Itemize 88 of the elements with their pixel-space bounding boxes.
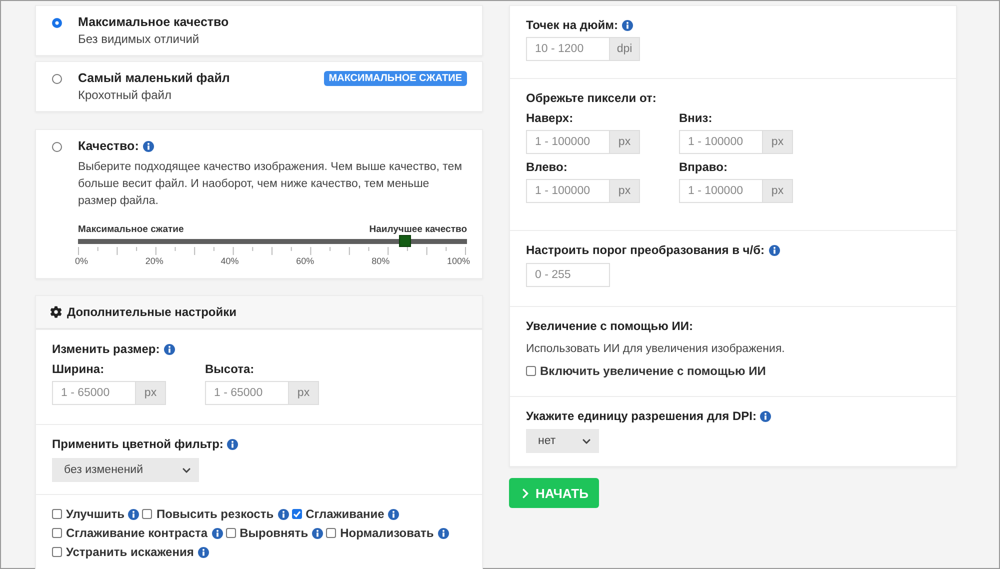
field-label: Применить цветной фильтр: <box>52 437 224 451</box>
info-icon[interactable] <box>128 508 140 520</box>
scale-label: 40% <box>220 256 239 266</box>
info-icon[interactable] <box>198 546 209 558</box>
number-field[interactable]: 1 - 100000 <box>679 179 763 203</box>
compression-badge: МАКСИМАЛЬНОЕ СЖАТИЕ <box>324 71 467 86</box>
scale-label: 20% <box>145 256 164 266</box>
filter-select[interactable]: без изменений <box>52 458 199 482</box>
radio-button[interactable] <box>52 142 62 152</box>
info-icon[interactable] <box>164 344 175 354</box>
unit-label: px <box>289 381 319 405</box>
field-label: Настроить порог преобразования в ч/б: <box>526 243 764 257</box>
option-subtitle: Без видимых отличий <box>78 32 200 46</box>
scale-label: 80% <box>372 256 390 266</box>
field-label: Вправо: <box>679 160 728 174</box>
field-label: Вниз: <box>679 111 714 125</box>
chevron-right-icon <box>520 488 531 498</box>
slider-max-label: Наилучшее качество <box>369 224 467 235</box>
info-icon[interactable] <box>768 244 780 256</box>
number-field[interactable]: 0 - 255 <box>526 263 610 287</box>
info-icon[interactable] <box>312 528 324 538</box>
checkbox[interactable] <box>526 366 536 376</box>
number-field[interactable]: 1 - 100000 <box>679 130 763 154</box>
scale-label: 60% <box>296 256 314 266</box>
option-card[interactable] <box>35 129 483 279</box>
settings-title: Дополнительные настройки <box>67 305 236 319</box>
unit-select[interactable]: нет <box>526 429 599 453</box>
checkbox[interactable] <box>292 509 302 519</box>
unit-label: px <box>610 130 640 154</box>
checkbox[interactable] <box>226 528 236 538</box>
checkbox-label: Нормализовать <box>340 526 434 540</box>
field-label: Высота: <box>205 362 256 376</box>
checkbox[interactable] <box>326 528 336 538</box>
option-title: Самый маленький файл <box>78 71 230 85</box>
option-title: Качество: <box>78 139 139 153</box>
checkbox-label: Выровнять <box>240 526 308 540</box>
chevron-down-icon <box>182 466 191 474</box>
info-icon[interactable] <box>622 20 633 30</box>
option-description: Выберите подходящее качество изображения. Чем выше качество, тем больше весит файл. И наоборот, чем ниже качество, тем меньше размер файла. <box>78 160 464 209</box>
field-label: Влево: <box>526 160 568 174</box>
slider-min-label: Максимальное сжатие <box>78 224 184 235</box>
number-field[interactable]: 1 - 65000 <box>205 381 289 405</box>
info-icon[interactable] <box>142 140 154 152</box>
chevron-down-icon <box>582 436 591 446</box>
checkbox-label: Устранить искажения <box>66 545 194 559</box>
gear-icon <box>50 306 62 318</box>
unit-label: px <box>610 179 640 203</box>
info-icon[interactable] <box>278 508 289 520</box>
field-label: Наверх: <box>526 111 574 125</box>
checkbox-label: Сглаживание контраста <box>66 526 208 540</box>
option-card[interactable]: Самый маленький файл Крохотный файл МАКСИМАЛЬНОЕ СЖАТИЕ <box>35 61 483 112</box>
number-field[interactable]: 1 - 65000 <box>52 381 136 405</box>
unit-label: px <box>763 179 793 203</box>
check-icon <box>292 510 301 518</box>
checkbox-label: Сглаживание <box>306 507 384 521</box>
radio-button[interactable] <box>52 74 62 84</box>
slider-thumb[interactable] <box>398 235 411 247</box>
ai-description: Использовать ИИ для увеличения изображения. <box>526 342 786 357</box>
field-label: Изменить размер: <box>52 342 160 356</box>
info-icon[interactable] <box>760 410 772 422</box>
checkbox-label: Улучшить <box>66 507 124 521</box>
option-subtitle: Крохотный файл <box>78 88 173 102</box>
field-label: Увеличение с помощью ИИ: <box>526 319 693 333</box>
info-icon[interactable] <box>438 528 449 538</box>
info-icon[interactable] <box>388 508 400 520</box>
scale-label: 0% <box>75 256 88 266</box>
unit-label: px <box>763 130 793 154</box>
field-label: Обрежьте пиксели от: <box>526 91 656 105</box>
checkbox-label: Включить увеличение с помощью ИИ <box>540 364 766 378</box>
field-label: Ширина: <box>52 362 106 376</box>
checkbox[interactable] <box>52 547 62 557</box>
option-title: Максимальное качество <box>78 15 229 29</box>
option-card[interactable]: Максимальное качество Без видимых отличий <box>35 5 483 56</box>
number-field[interactable]: 1 - 100000 <box>526 179 610 203</box>
field-label: Укажите единицу разрешения для DPI: <box>526 409 756 423</box>
checkbox[interactable] <box>142 509 152 519</box>
info-icon[interactable] <box>227 438 238 450</box>
unit-label: dpi <box>610 37 640 61</box>
number-field[interactable]: 1 - 100000 <box>526 130 610 154</box>
info-icon[interactable] <box>212 528 223 538</box>
number-field[interactable]: 10 - 1200 <box>526 37 610 61</box>
radio-button[interactable] <box>52 18 62 28</box>
field-label: Точек на дюйм: <box>526 18 618 32</box>
checkbox-label: Повысить резкость <box>156 507 274 521</box>
unit-label: px <box>136 381 166 405</box>
checkbox[interactable] <box>52 528 62 538</box>
scale-label: 100% <box>446 256 470 266</box>
checkbox[interactable] <box>52 509 62 519</box>
